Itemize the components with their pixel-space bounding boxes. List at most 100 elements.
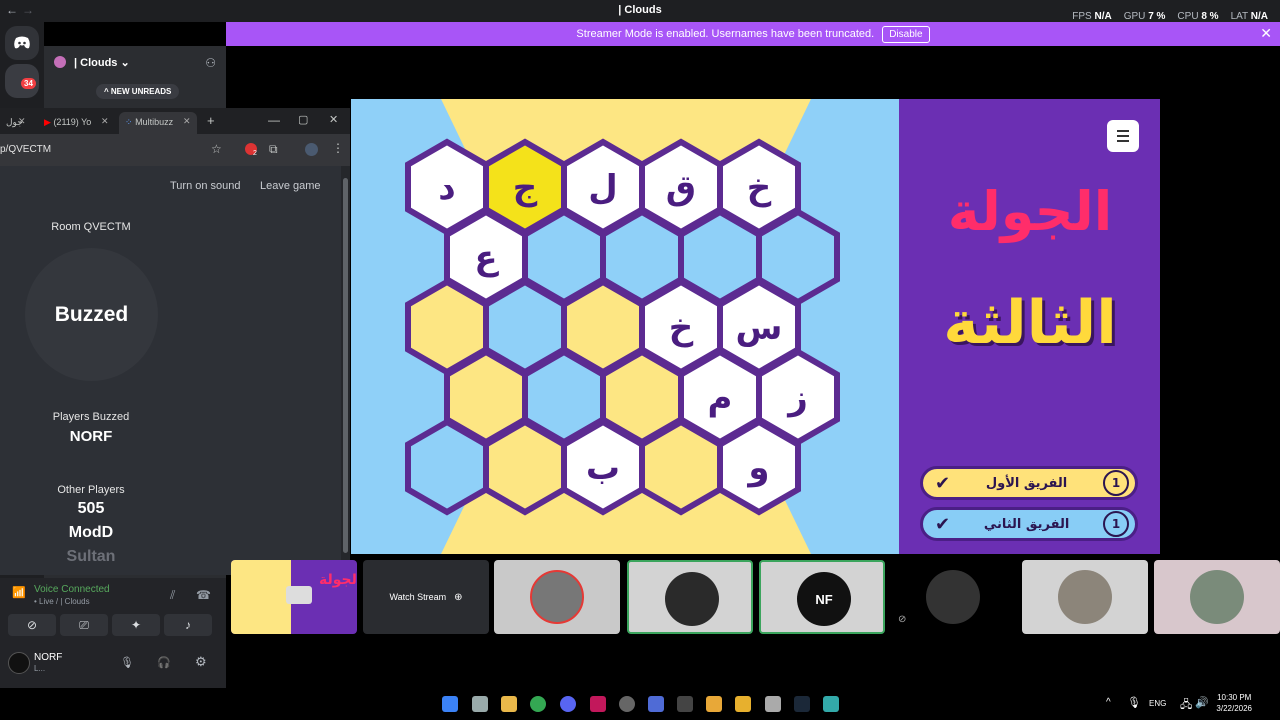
hamburger-menu-icon[interactable] [1107, 120, 1139, 152]
tab-close-icon[interactable]: ✕ [183, 116, 191, 127]
bookmark-star-icon[interactable]: ☆ [211, 142, 222, 156]
minimize-button[interactable]: — [268, 113, 280, 127]
taskbar-app-icon[interactable] [735, 696, 751, 712]
tab-close-icon[interactable]: ✕ [101, 116, 109, 127]
team-two-row: ✔ الفريق الثاني 1 [920, 507, 1138, 541]
taskbar-app-icon[interactable] [765, 696, 781, 712]
tab-close-icon[interactable]: ✕ [18, 116, 26, 127]
mention-badge: 34 [21, 78, 36, 89]
file-explorer-icon[interactable] [501, 696, 517, 712]
disconnect-icon[interactable]: ☎ [196, 588, 211, 602]
add-member-icon[interactable]: ⚇ [205, 56, 216, 70]
gpu-stat: GPU 7 % [1123, 11, 1166, 22]
microphone-icon[interactable]: 🎙 [120, 656, 134, 669]
buzz-button[interactable]: Buzzed [25, 248, 158, 381]
taskbar-app-icon[interactable] [472, 696, 488, 712]
clock[interactable]: 10:30 PM 3/22/2026 [1216, 692, 1252, 714]
profile-avatar[interactable] [305, 143, 318, 156]
taskbar-app-icon[interactable] [823, 696, 839, 712]
close-icon[interactable]: ✕ [1260, 25, 1272, 42]
team-score: 1 [1103, 511, 1129, 537]
hex-letter: ل [588, 168, 618, 208]
screen-share-button[interactable]: ⎚ [60, 614, 108, 636]
team-name: الفريق الثاني [983, 516, 1070, 532]
taskbar-app-icon[interactable] [706, 696, 722, 712]
microphone-icon[interactable]: 🎙 [1127, 696, 1141, 709]
banner-text: Streamer Mode is enabled. Usernames have… [576, 28, 875, 40]
start-windows-icon[interactable] [442, 696, 458, 712]
multibuzz-page: Turn on sound Leave game Room QVECTM Buz… [0, 166, 341, 575]
headphones-icon[interactable]: 🎧 [157, 656, 171, 669]
noise-suppression-icon[interactable]: ⫽ [170, 588, 175, 603]
participant-tile[interactable]: NF [759, 560, 885, 634]
stream-preview-tile[interactable]: الجولة [231, 560, 357, 634]
kebab-menu-icon[interactable]: ⋮ [332, 141, 344, 155]
server-folder[interactable]: 34 [5, 64, 39, 98]
leave-game-button[interactable]: Leave game [260, 180, 321, 192]
hex-cell[interactable] [405, 418, 489, 516]
hex-letter: ب [586, 448, 620, 488]
hex-cell[interactable] [483, 418, 567, 516]
disable-streamer-mode-button[interactable]: Disable [882, 25, 930, 43]
cpu-stat: CPU 8 % [1177, 11, 1219, 22]
url-text[interactable]: p/QVECTM [0, 144, 51, 155]
camera-off-button[interactable]: ⊘ [8, 614, 56, 636]
volume-icon[interactable]: 🔊 [1195, 696, 1209, 709]
turn-on-sound-button[interactable]: Turn on sound [170, 180, 241, 192]
chevron-down-icon: ⌄ [120, 57, 130, 69]
scrollbar-thumb[interactable] [343, 178, 348, 553]
language-indicator[interactable]: ENG [1149, 699, 1166, 708]
participant-tile[interactable] [494, 560, 620, 634]
avatar [926, 570, 980, 624]
close-window-button[interactable]: ✕ [329, 113, 338, 126]
network-icon[interactable]: 🖧 [1180, 696, 1192, 715]
avatar [1190, 570, 1244, 624]
new-tab-button[interactable]: + [207, 113, 215, 128]
fps-stat: FPS N/A [1072, 11, 1112, 22]
participant-tile[interactable] [1022, 560, 1148, 634]
voice-connected-label[interactable]: Voice Connected [34, 584, 110, 595]
discord-icon[interactable] [560, 696, 576, 712]
team-one-row: ✔ الفريق الأول 1 [920, 466, 1138, 500]
round-title: الجولة [947, 180, 1113, 243]
url-bar[interactable]: p/QVECTM ☆ 2 ⧉ ⋮ [0, 134, 350, 166]
discord-home-button[interactable] [5, 26, 39, 60]
activities-button[interactable]: ✦ [112, 614, 160, 636]
team-score: 1 [1103, 470, 1129, 496]
lat-stat: LAT N/A [1230, 11, 1268, 22]
steam-icon[interactable] [794, 696, 810, 712]
check-icon: ✔ [935, 513, 951, 535]
settings-gear-icon[interactable]: ⚙ [195, 654, 207, 670]
chevron-up-icon[interactable]: ^ [1106, 697, 1111, 708]
watch-stream-tile[interactable]: Watch Stream ⊕ [363, 560, 489, 634]
team-name: الفريق الأول [985, 475, 1068, 491]
hex-letter: ع [474, 238, 499, 278]
taskbar-app-icon[interactable] [619, 696, 635, 712]
round-subtitle: الثالثة [943, 288, 1117, 358]
user-status: L... [34, 664, 46, 673]
username[interactable]: NORF [34, 652, 62, 663]
user-avatar[interactable] [8, 652, 30, 674]
other-players-label: Other Players [57, 484, 125, 496]
hex-letter: و [746, 448, 769, 488]
participant-tile[interactable] [1154, 560, 1280, 634]
extension-badge: 2 [253, 150, 257, 157]
taskbar-app-icon[interactable] [590, 696, 606, 712]
soundboard-button[interactable]: ♪ [164, 614, 212, 636]
taskbar-app-icon[interactable] [648, 696, 664, 712]
user-panel: NORF L... 🎙 🎧 ⚙ [0, 644, 226, 688]
server-name-dropdown[interactable]: | Clouds ⌄ [74, 56, 130, 69]
taskbar-app-icon[interactable] [677, 696, 693, 712]
tab-strip: جول ✕ ▶ (2119) Yo ✕ ⁘ Multibuzz ✕ + — ▢ … [0, 108, 350, 134]
hex-cell[interactable] [639, 418, 723, 516]
signal-icon: 📶 [12, 587, 26, 599]
chrome-icon[interactable] [530, 696, 546, 712]
extensions-puzzle-icon[interactable]: ⧉ [269, 142, 278, 157]
participant-tile[interactable]: ⊘ [890, 560, 1016, 634]
new-unreads-pill[interactable]: ^ NEW UNREADS [96, 84, 180, 99]
maximize-button[interactable]: ▢ [298, 113, 308, 126]
participant-tile[interactable] [627, 560, 753, 634]
hex-grid: د ج ل ق خ ع خ سم ز ب و [405, 138, 840, 516]
hex-letter: ز [786, 378, 808, 418]
server-icon [54, 56, 66, 68]
